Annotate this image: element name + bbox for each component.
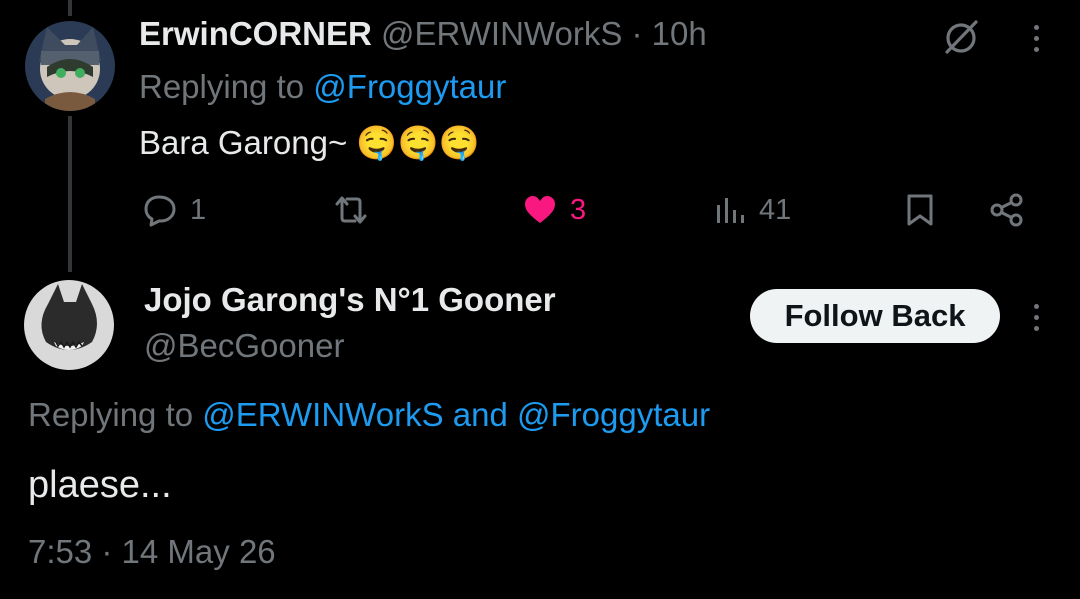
tweet2-replying-label: Replying to (28, 396, 194, 433)
tweet2-handle[interactable]: @BecGooner (144, 327, 344, 365)
reply-count: 1 (190, 193, 207, 226)
follow-back-button[interactable]: Follow Back (750, 289, 1000, 343)
tweet1-separator: · (631, 15, 643, 52)
views-count: 41 (759, 193, 792, 226)
tweet1-handle[interactable]: @ERWINWorkS (381, 15, 622, 52)
heart-icon (525, 196, 555, 223)
reply-icon (144, 195, 176, 227)
views-button[interactable]: 41 (713, 188, 791, 232)
tweet1-text: Bara Garong~ 🤤🤤🤤 (139, 124, 480, 161)
tweet1-header: ErwinCORNER @ERWINWorkS · 10h (139, 15, 707, 53)
like-count: 3 (570, 193, 587, 226)
tweet2-display-name[interactable]: Jojo Garong's N°1 Gooner (144, 281, 556, 319)
tweet2-replying-to-erwin-link[interactable]: @ERWINWorkS (202, 396, 443, 433)
views-icon (717, 198, 744, 223)
avatar-becgooner-image (24, 280, 114, 370)
retweet-button[interactable] (331, 188, 371, 232)
reply-button[interactable]: 1 (142, 188, 206, 232)
tweet2-replying: Replying to @ERWINWorkS and @Froggytaur (28, 396, 710, 434)
tweet2-timestamp[interactable]: 7:53 · 14 May 26 (28, 533, 276, 571)
tweet2-text: plaese... (28, 464, 172, 506)
retweet-icon (335, 196, 367, 224)
tweet2-replying-and[interactable]: and (453, 396, 508, 433)
tweet1-replying-to-link[interactable]: @Froggytaur (313, 68, 506, 105)
avatar-erwin-image (25, 21, 115, 111)
tweet1-display-name[interactable]: ErwinCORNER (139, 15, 372, 52)
grok-icon[interactable] (942, 17, 982, 62)
tweet1-replying-label: Replying to (139, 68, 305, 105)
tweet1-more-icon[interactable] (1031, 25, 1041, 52)
like-button[interactable]: 3 (522, 188, 586, 232)
share-button[interactable] (988, 188, 1026, 232)
tweet1-replying: Replying to @Froggytaur (139, 68, 506, 106)
tweet1-time[interactable]: 10h (652, 15, 707, 52)
tweet2-replying-to-froggy-link[interactable]: @Froggytaur (517, 396, 710, 433)
tweet2-more-icon[interactable] (1031, 304, 1041, 331)
avatar-erwin[interactable] (25, 21, 115, 111)
bookmark-icon (907, 194, 933, 226)
thread-line-connector (68, 116, 72, 272)
avatar-becgooner[interactable] (24, 280, 114, 370)
bookmark-button[interactable] (902, 188, 938, 232)
share-icon (990, 193, 1023, 227)
thread-line-top (68, 0, 72, 16)
